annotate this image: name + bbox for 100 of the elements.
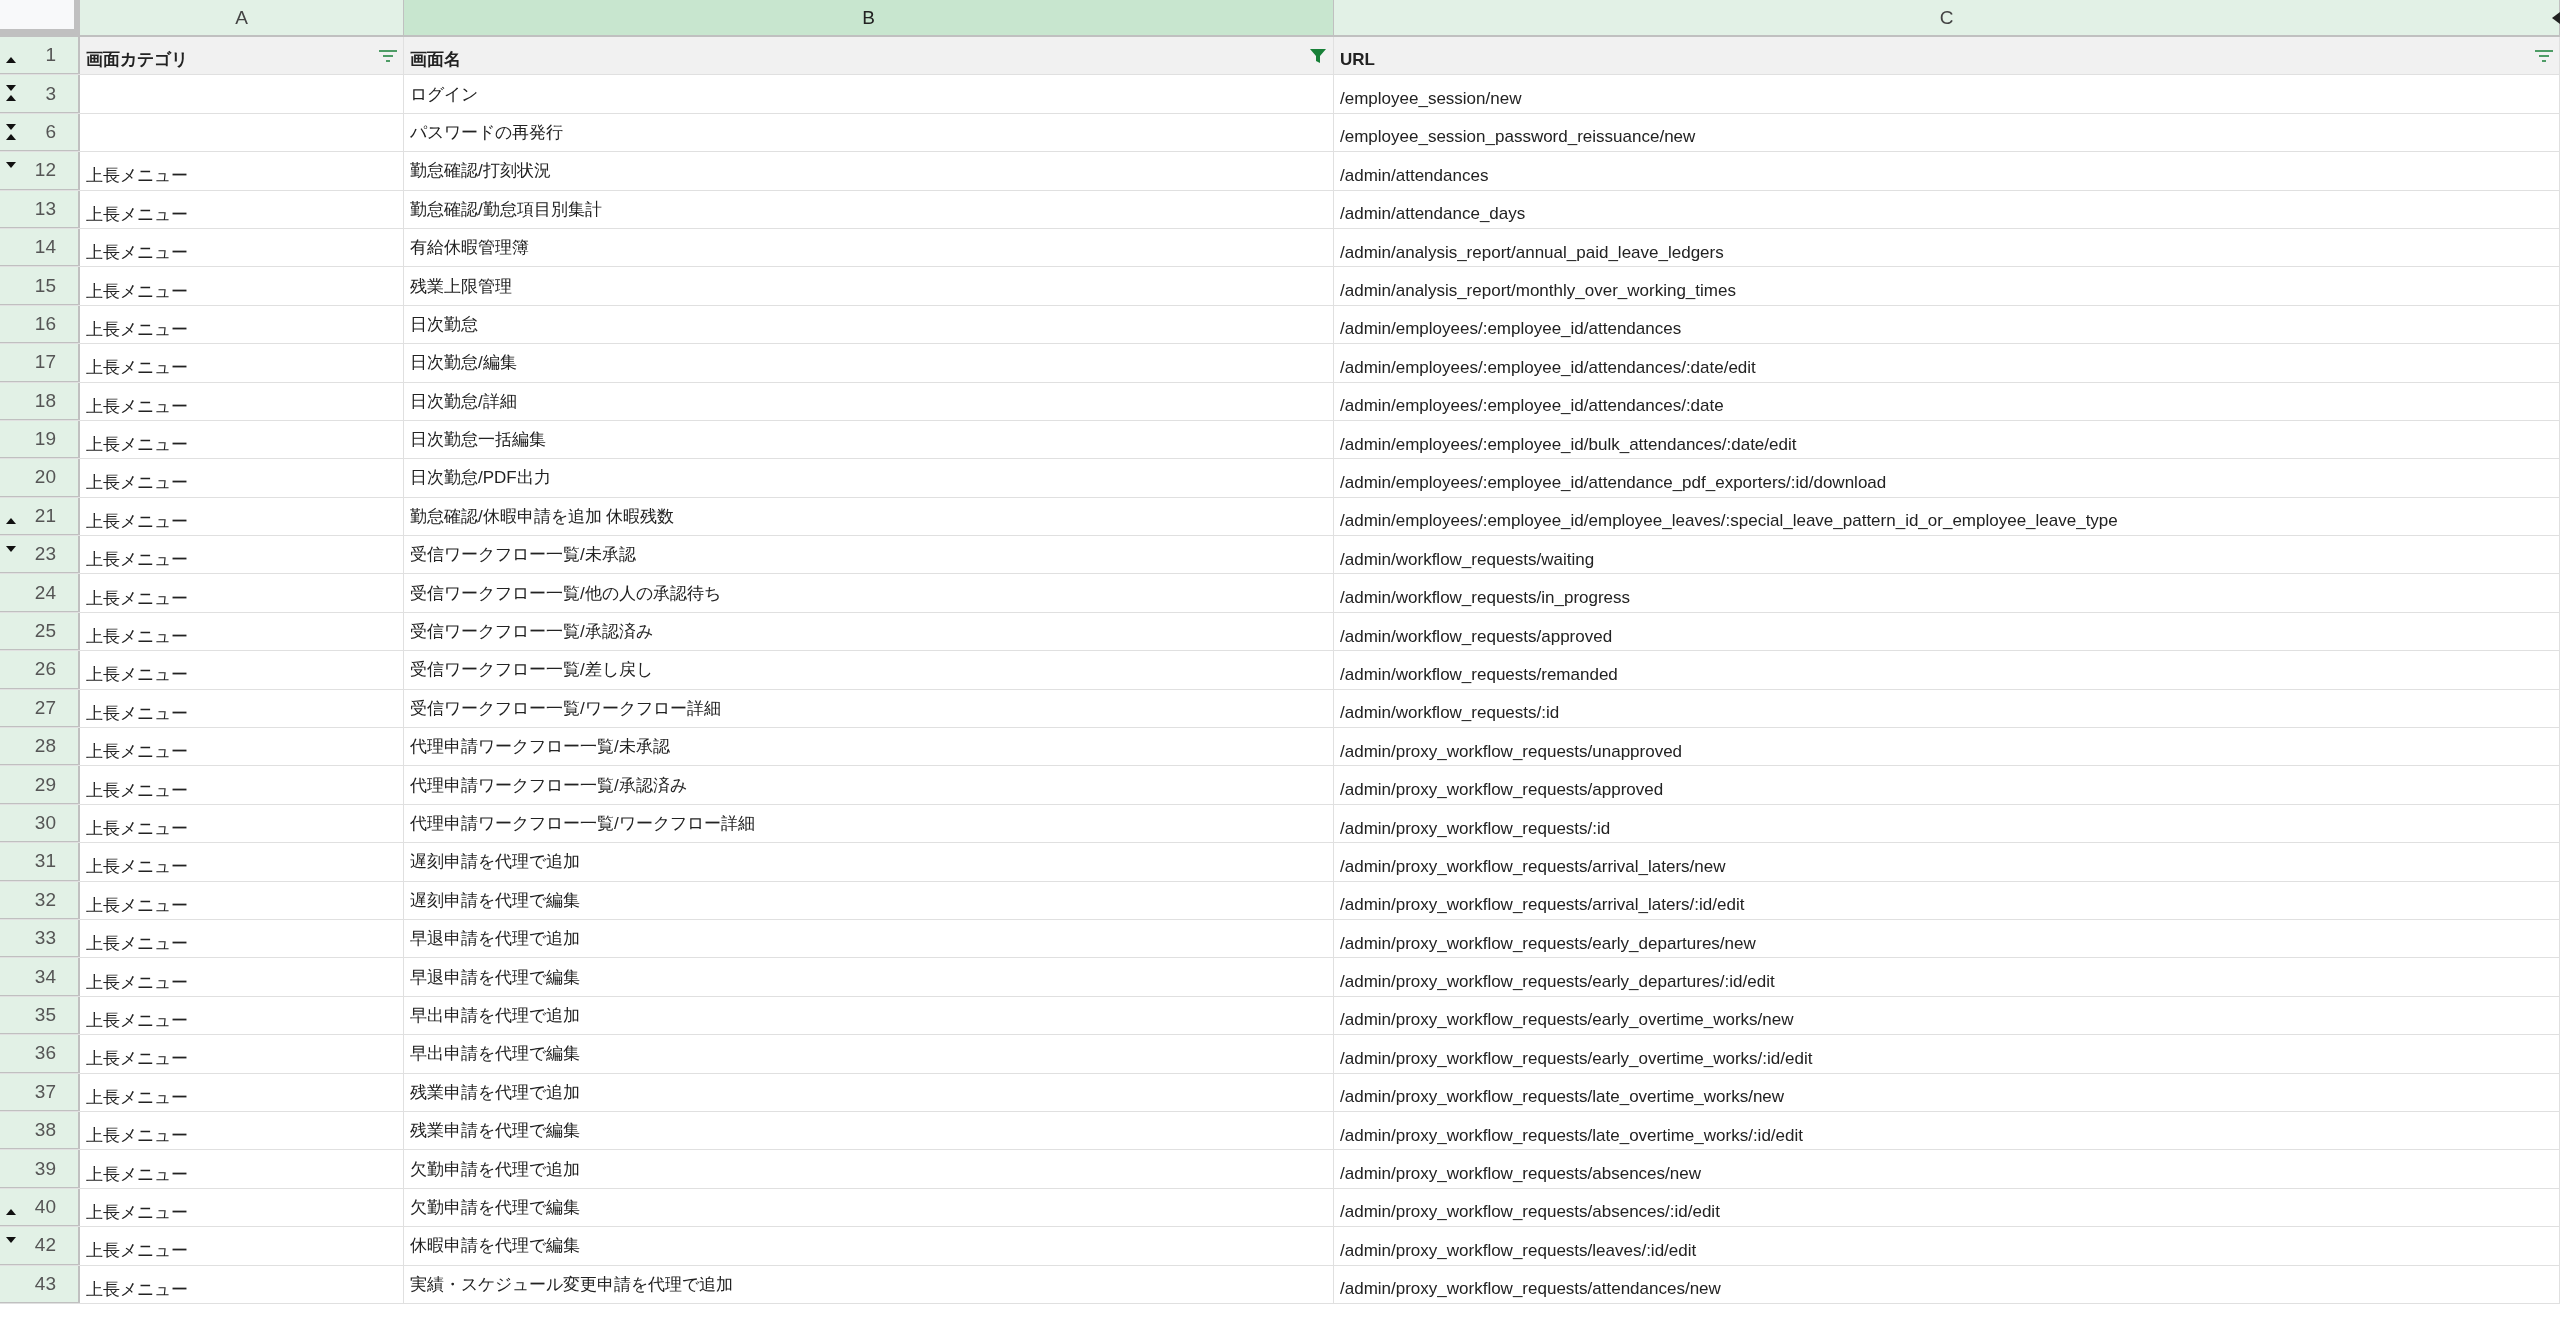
table-cell-text: /admin/workflow_requests/remanded <box>1340 663 1618 685</box>
row-header[interactable]: 6 <box>0 113 80 152</box>
row-header[interactable]: 39 <box>0 1150 80 1188</box>
table-cell-text: 残業上限管理 <box>410 275 512 298</box>
row-number: 6 <box>45 120 56 143</box>
table-cell-text: /admin/proxy_workflow_requests/leaves/:id/edit <box>1340 1239 1697 1261</box>
row-number: 25 <box>34 620 56 643</box>
row-header[interactable]: 12 <box>0 152 80 190</box>
table-cell-text: 上長メニュー <box>86 165 188 188</box>
table-cell-text: 早退申請を代理で編集 <box>410 966 580 989</box>
expand-arrow-icon[interactable] <box>5 94 17 102</box>
row-header[interactable]: 40 <box>0 1188 80 1227</box>
table-cell-text: /employee_session/new <box>1340 88 1522 110</box>
collapse-arrow-icon[interactable] <box>5 162 17 170</box>
row-header[interactable]: 13 <box>0 190 80 228</box>
row-header[interactable]: 30 <box>0 804 80 843</box>
row-header[interactable]: 16 <box>0 305 80 344</box>
collapse-panel-icon[interactable] <box>2552 12 2560 24</box>
row-header[interactable]: 3 <box>0 75 80 113</box>
filter-lines-icon[interactable] <box>379 48 397 63</box>
table-cell-text: 上長メニュー <box>86 1278 188 1301</box>
table-cell-text: 日次勤怠/PDF出力 <box>410 467 551 490</box>
row-number: 14 <box>34 236 56 259</box>
expand-arrow-icon[interactable] <box>5 1207 17 1215</box>
row-number: 35 <box>34 1003 56 1026</box>
table-cell-text: 受信ワークフロー一覧/承認済み <box>410 621 653 644</box>
row-header[interactable]: 34 <box>0 958 80 996</box>
table-cell-text: 受信ワークフロー一覧/他の人の承認待ち <box>410 582 721 605</box>
table-cell-text: /admin/proxy_workflow_requests/unapproved <box>1340 740 1683 762</box>
row-header[interactable]: 19 <box>0 420 80 459</box>
table-cell-text: /admin/employees/:employee_id/attendances <box>1340 318 1682 340</box>
row-header[interactable]: 17 <box>0 344 80 382</box>
table-cell-text: 上長メニュー <box>86 741 188 764</box>
table-cell-text: /admin/workflow_requests/:id <box>1340 702 1560 724</box>
table-cell-text: 代理申請ワークフロー一覧/未承認 <box>410 736 670 759</box>
filter-funnel-icon[interactable] <box>1309 48 1327 63</box>
row-number: 39 <box>34 1157 56 1180</box>
row-header[interactable]: 18 <box>0 382 80 420</box>
collapse-arrow-icon[interactable] <box>5 1237 17 1245</box>
row-header[interactable]: 23 <box>0 536 80 574</box>
table-cell-text: 欠勤申請を代理で編集 <box>410 1196 580 1219</box>
table-cell-text: 上長メニュー <box>86 1240 188 1263</box>
table-cell-text: 上長メニュー <box>86 203 188 226</box>
expand-arrow-icon[interactable] <box>5 132 17 140</box>
row-header[interactable]: 37 <box>0 1073 80 1111</box>
table-cell-text: 日次勤怠/詳細 <box>410 390 517 413</box>
table-cell-text: 上長メニュー <box>86 587 188 610</box>
table-cell-text: /admin/employees/:employee_id/attendances/:date/edit <box>1340 356 1756 378</box>
row-header[interactable]: 43 <box>0 1265 80 1303</box>
row-number: 29 <box>34 773 56 796</box>
collapse-arrow-icon[interactable] <box>5 546 17 554</box>
table-cell-text: 上長メニュー <box>86 318 188 341</box>
row-header[interactable]: 38 <box>0 1111 80 1150</box>
row-header[interactable]: 36 <box>0 1035 80 1073</box>
row-header[interactable]: 32 <box>0 881 80 919</box>
table-cell-text: 早退申請を代理で追加 <box>410 928 580 951</box>
table-cell-text: /admin/proxy_workflow_requests/early_overtime_works/:id/edit <box>1340 1047 1813 1069</box>
table-cell-text: 日次勤怠 <box>410 313 478 336</box>
table-cell-text: /admin/workflow_requests/in_progress <box>1340 587 1631 609</box>
row-header[interactable]: 42 <box>0 1227 80 1265</box>
table-cell-text: 上長メニュー <box>86 856 188 879</box>
table-cell-text: /admin/proxy_workflow_requests/:id <box>1340 817 1611 839</box>
row-header[interactable]: 20 <box>0 459 80 497</box>
row-header[interactable]: 15 <box>0 267 80 305</box>
table-cell-text: 上長メニュー <box>86 1086 188 1109</box>
row-number: 42 <box>34 1234 56 1257</box>
row-header[interactable]: 31 <box>0 843 80 881</box>
column-header[interactable]: A <box>80 0 404 35</box>
row-header[interactable]: 28 <box>0 728 80 766</box>
table-cell-text: /admin/proxy_workflow_requests/attendances/new <box>1340 1278 1721 1300</box>
column-title: URL <box>1340 48 1375 70</box>
table-cell-text: /admin/analysis_report/annual_paid_leave_ledgers <box>1340 241 1724 263</box>
row-header[interactable]: 27 <box>0 689 80 728</box>
row-number: 18 <box>34 389 56 412</box>
row-header[interactable]: 29 <box>0 766 80 804</box>
row-header[interactable]: 25 <box>0 612 80 651</box>
column-header[interactable]: C <box>1334 0 2560 35</box>
table-cell-text: /employee_session_password_reissuance/new <box>1340 126 1696 148</box>
row-header[interactable]: 26 <box>0 651 80 689</box>
expand-arrow-icon[interactable] <box>5 56 17 63</box>
table-cell-text: 上長メニュー <box>86 664 188 687</box>
table-cell-text: 上長メニュー <box>86 702 188 725</box>
column-header[interactable]: B <box>404 0 1334 35</box>
table-cell-text: /admin/proxy_workflow_requests/absences/new <box>1340 1163 1701 1184</box>
filter-lines-icon[interactable] <box>2535 48 2553 63</box>
row-number: 26 <box>34 658 56 681</box>
row-header[interactable]: 33 <box>0 920 80 958</box>
row-header[interactable]: 35 <box>0 996 80 1035</box>
table-cell-text: /admin/attendance_days <box>1340 203 1526 225</box>
table-cell-text: /admin/proxy_workflow_requests/late_overtime_works/:id/edit <box>1340 1124 1803 1146</box>
table-cell-text: 受信ワークフロー一覧/ワークフロー詳細 <box>410 697 721 720</box>
collapse-arrow-icon[interactable] <box>5 85 17 93</box>
row-header[interactable]: 1 <box>0 37 80 75</box>
expand-arrow-icon[interactable] <box>5 516 17 524</box>
row-header[interactable]: 24 <box>0 574 80 612</box>
row-number: 30 <box>34 812 56 834</box>
row-header[interactable]: 21 <box>0 497 80 536</box>
row-number: 3 <box>45 82 56 105</box>
collapse-arrow-icon[interactable] <box>5 123 17 131</box>
row-header[interactable]: 14 <box>0 228 80 267</box>
